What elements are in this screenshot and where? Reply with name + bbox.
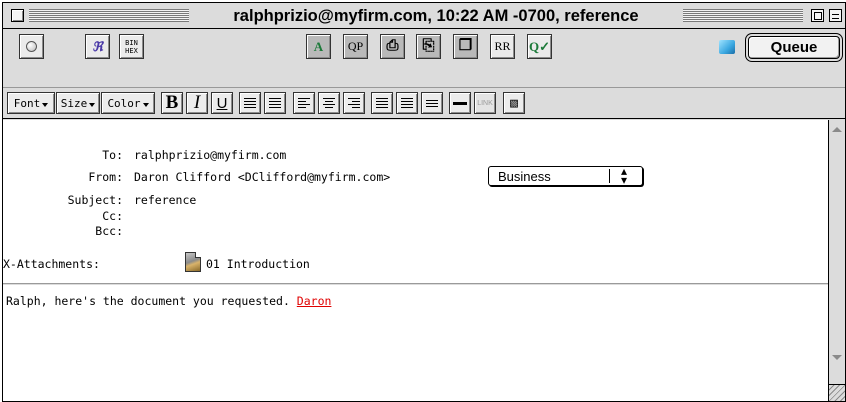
from-field[interactable]: Daron Clifford <DClifford@myfirm.com> xyxy=(134,170,390,184)
from-label: From: xyxy=(88,170,123,184)
mail-queue-icon xyxy=(719,40,735,54)
margins-out-button[interactable] xyxy=(396,92,418,114)
chevron-down-icon xyxy=(142,102,149,107)
resize-grow-box[interactable] xyxy=(828,384,845,401)
rr-label: RR xyxy=(494,39,511,53)
encoding-button[interactable]: BIN HEX xyxy=(119,34,144,59)
attachment-name[interactable]: 01 Introduction xyxy=(206,257,310,271)
binhex-label-top: BIN xyxy=(125,38,138,47)
signature-link[interactable]: Daron xyxy=(297,294,332,308)
insert-link-button[interactable]: LINK xyxy=(474,92,496,114)
tabs-icon: ⎘ xyxy=(422,38,435,54)
horizontal-rule-icon xyxy=(453,101,467,105)
clear-formatting-button[interactable]: ▧ xyxy=(503,92,525,114)
color-menu-label: Color xyxy=(107,96,141,110)
align-right-icon xyxy=(348,98,360,108)
align-right-button[interactable] xyxy=(343,92,365,114)
scroll-down-arrow-icon[interactable] xyxy=(829,349,845,365)
bcc-label: Bcc: xyxy=(95,224,123,238)
zoom-box[interactable] xyxy=(811,9,824,22)
bullet-list-icon xyxy=(426,99,438,107)
collapse-box[interactable] xyxy=(829,9,842,22)
to-field[interactable]: ralphprizio@myfirm.com xyxy=(134,148,286,162)
align-center-button[interactable] xyxy=(318,92,340,114)
link-label: LINK xyxy=(477,99,493,107)
copies-icon: ❐ xyxy=(458,38,473,54)
message-header xyxy=(3,120,828,284)
priority-button[interactable] xyxy=(19,34,44,59)
priority-icon xyxy=(26,41,37,52)
outdent-button[interactable] xyxy=(239,92,261,114)
chevron-down-icon xyxy=(42,102,49,107)
size-menu-label: Size xyxy=(60,96,88,110)
to-label: To: xyxy=(102,148,123,162)
margins-in-button[interactable] xyxy=(371,92,393,114)
personality-popup[interactable]: Business ▴ ▾ xyxy=(488,164,643,187)
document-icon[interactable] xyxy=(185,252,201,272)
title-bar-stripes-right xyxy=(683,9,803,22)
text-as-attachment-button[interactable]: A xyxy=(306,34,331,59)
subject-field[interactable]: reference xyxy=(134,193,196,207)
binhex-label-bottom: HEX xyxy=(125,46,138,55)
up-down-arrows-icon: ▴ ▾ xyxy=(620,164,628,187)
body-text: Ralph, here's the document you requested… xyxy=(6,294,297,308)
size-menu[interactable]: Size xyxy=(56,92,100,114)
cc-label: Cc: xyxy=(102,209,123,223)
horizontal-rule-button[interactable] xyxy=(449,92,471,114)
word-wrap-button[interactable]: ⎙ xyxy=(380,34,405,59)
keep-copies-button[interactable]: ❐ xyxy=(453,34,478,59)
tabs-in-body-button[interactable]: ⎘ xyxy=(416,34,441,59)
font-menu-label: Font xyxy=(13,96,41,110)
margins-out-icon xyxy=(401,98,413,108)
align-left-icon xyxy=(298,98,310,108)
indent-button[interactable] xyxy=(264,92,286,114)
close-box[interactable] xyxy=(11,9,24,22)
attachments-label: X-Attachments: xyxy=(3,257,100,271)
clear-formatting-icon: ▧ xyxy=(510,95,518,111)
styled-text-icon: A xyxy=(313,39,324,54)
signature-icon: ℜ xyxy=(92,39,103,54)
underline-button[interactable]: U xyxy=(211,92,233,114)
align-center-icon xyxy=(323,98,335,108)
bullet-list-button[interactable] xyxy=(421,92,443,114)
spell-check-icon: Q✓ xyxy=(528,39,550,54)
word-wrap-icon: ⎙ xyxy=(386,38,399,54)
title-bar-stripes-left xyxy=(29,9,189,22)
outdent-icon xyxy=(244,98,256,108)
qp-label: QP xyxy=(347,39,364,53)
queue-button[interactable]: Queue xyxy=(748,36,840,59)
margins-in-icon xyxy=(376,98,388,108)
align-left-button[interactable] xyxy=(293,92,315,114)
quoted-printable-button[interactable]: QP xyxy=(343,34,368,59)
signature-button[interactable]: ℜ xyxy=(85,34,110,59)
message-window: ralphprizio@myfirm.com, 10:22 AM -0700, … xyxy=(2,2,846,402)
subject-label: Subject: xyxy=(67,193,123,207)
vertical-scrollbar[interactable] xyxy=(828,120,845,401)
color-menu[interactable]: Color xyxy=(101,92,155,114)
scroll-up-arrow-icon[interactable] xyxy=(829,121,845,137)
body-text-line: Ralph, here's the document you requested… xyxy=(6,294,331,308)
italic-button[interactable]: I xyxy=(186,92,208,114)
return-receipt-button[interactable]: RR xyxy=(490,34,515,59)
window-title: ralphprizio@myfirm.com, 10:22 AM -0700, … xyxy=(189,6,683,26)
popup-divider xyxy=(609,169,610,183)
chevron-down-icon xyxy=(89,102,96,107)
binhex-icon: BIN HEX xyxy=(125,39,138,55)
bold-button[interactable]: B xyxy=(161,92,183,114)
check-spelling-button[interactable]: Q✓ xyxy=(527,34,552,59)
indent-icon xyxy=(269,98,281,108)
title-bar[interactable]: ralphprizio@myfirm.com, 10:22 AM -0700, … xyxy=(3,3,845,29)
personality-value: Business xyxy=(498,169,551,184)
font-menu[interactable]: Font xyxy=(7,92,55,114)
